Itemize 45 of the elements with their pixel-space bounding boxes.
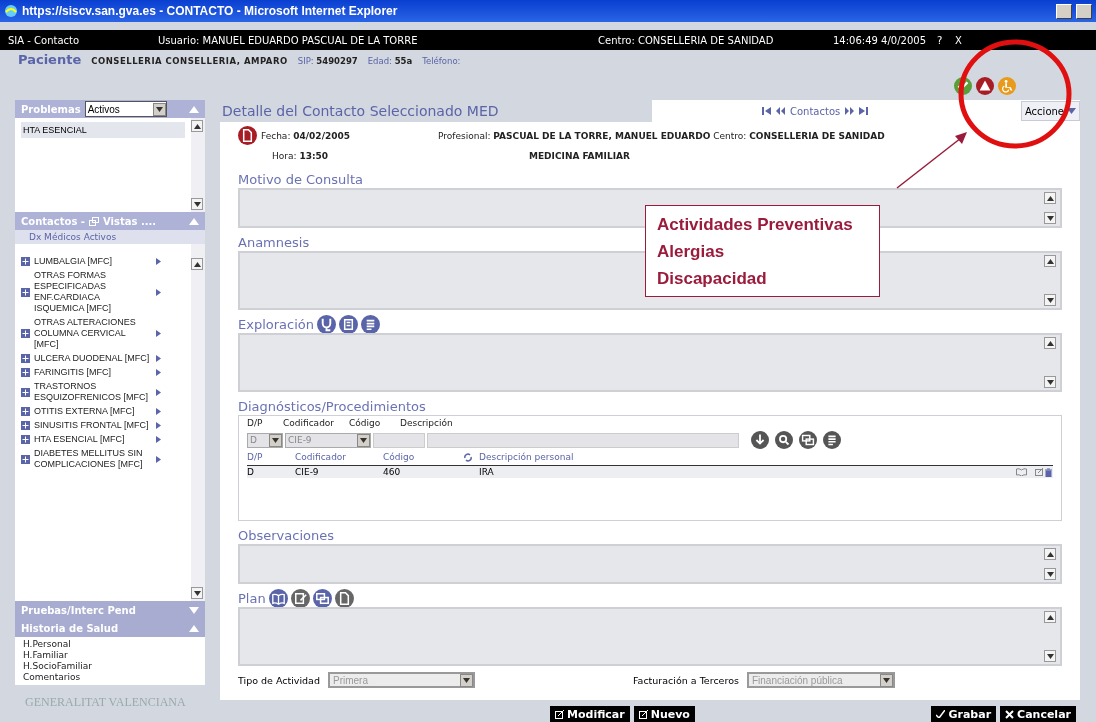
- table-cell-text: D: [247, 467, 255, 477]
- column-label: Código: [349, 418, 382, 428]
- callout-text: Discapacidad: [657, 268, 768, 290]
- logo-text: GENERALITAT VALENCIANA: [25, 695, 186, 710]
- callout-text: Alergias: [657, 241, 726, 263]
- section-title: Diagnósticos/Procedimientos: [238, 398, 426, 414]
- activity-label: Tipo de Actividad: [238, 674, 320, 686]
- time-text: Hora: 13:50: [272, 151, 329, 161]
- app-name: SIA - Contacto: [8, 34, 81, 46]
- centre-name: Centro: CONSELLERIA DE SANIDAD: [598, 34, 775, 46]
- column-header: Codificador: [295, 452, 348, 462]
- table-cell-text: 460: [383, 467, 402, 477]
- phone-label: Teléfono:: [422, 56, 461, 66]
- section-title: Exploración: [238, 316, 314, 332]
- history-title: Historia de Salud: [21, 622, 119, 634]
- table-cell-text: CIE-9: [295, 467, 320, 477]
- column-header: Código: [383, 452, 416, 462]
- pending-title: Pruebas/Interc Pend: [21, 604, 136, 616]
- section-title: Motivo de Consulta: [238, 171, 363, 187]
- window-title: https://siscv.san.gva.es - CONTACTO - Microsoft Internet Explorer: [22, 4, 399, 18]
- column-header: Descripción personal: [479, 452, 575, 462]
- section-title: Anamnesis: [238, 234, 310, 250]
- date-time: 14:06:49 4/0/2005: [833, 34, 927, 46]
- contacts-title: Contactos -: [21, 215, 86, 227]
- date-text: Fecha: 04/02/2005: [261, 130, 350, 141]
- section-title: Observaciones: [238, 527, 334, 543]
- patient-name: CONSELLERIA CONSELLERIA, AMPARO: [91, 56, 288, 66]
- contacts-nav-label: Contactos: [790, 105, 841, 117]
- contacts-subtitle: Dx Médicos Activos: [15, 230, 205, 244]
- table-cell-text: IRA: [479, 467, 495, 477]
- professional-text: Profesional: PASCUAL DE LA TORRE, MANUEL EDUARDO Centro: CONSELLERIA DE SANIDAD: [438, 130, 885, 141]
- user-name: Usuario: MANUEL EDUARDO PASCUAL DE LA TORRE: [158, 34, 419, 46]
- problems-title: Problemas: [21, 103, 81, 115]
- column-label: Descripción: [400, 418, 454, 428]
- column-header: D/P: [247, 452, 264, 462]
- section-title: Plan: [238, 590, 266, 606]
- panel-title: Detalle del Contacto Seleccionado MED: [221, 103, 500, 119]
- billing-label: Facturación a Terceros: [633, 674, 739, 686]
- sip-text: SIP: 5490297: [297, 56, 358, 66]
- column-label: Codificador: [283, 418, 336, 428]
- callout-text: Actividades Preventivas: [657, 214, 854, 236]
- age-text: Edad: 55a: [367, 56, 413, 66]
- column-label: D/P: [247, 418, 264, 428]
- patient-label: Paciente: [18, 52, 82, 67]
- specialty-text: MEDICINA FAMILIAR: [529, 151, 630, 161]
